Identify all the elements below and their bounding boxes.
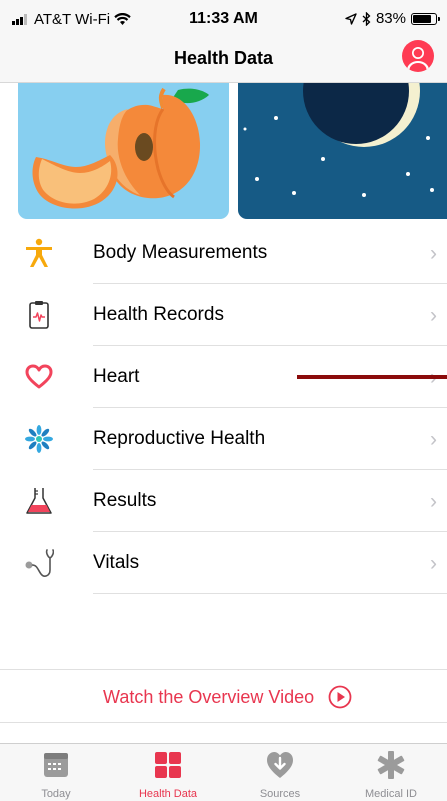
category-label: Vitals (93, 552, 140, 573)
section-divider (0, 669, 447, 670)
flask-icon (26, 488, 52, 514)
category-label: Body Measurements (93, 242, 268, 263)
chevron-right-icon: › (430, 552, 437, 575)
location-arrow-icon (345, 12, 357, 25)
page-title: Health Data (173, 48, 274, 68)
grid-icon (155, 752, 181, 778)
tab-bar: Today Health Data Sources Medical ID (0, 743, 447, 801)
sleep-highlight-card[interactable] (238, 83, 447, 219)
stethoscope-icon (25, 549, 54, 577)
watch-overview-video-link[interactable]: Watch the Overview Video (103, 685, 352, 709)
category-label: Heart (93, 366, 140, 387)
play-circle-icon (328, 685, 352, 709)
chevron-right-icon: › (430, 242, 437, 265)
battery-percent: 83% (375, 10, 406, 27)
peach-illustration (32, 87, 209, 209)
person-icon (407, 47, 429, 70)
profile-avatar-button[interactable] (402, 40, 434, 72)
annotation-line (297, 375, 447, 379)
tab-health-data[interactable]: Health Data (112, 744, 224, 801)
category-row-reproductive-health[interactable]: Reproductive Health › (0, 408, 447, 470)
heart-icon (25, 364, 53, 389)
clipboard-icon (29, 301, 49, 329)
category-row-results[interactable]: Results › (0, 470, 447, 532)
asterisk-icon (377, 751, 405, 779)
snowflake-flower-icon (25, 425, 53, 453)
video-link-label: Watch the Overview Video (103, 686, 315, 707)
tab-label: Sources (259, 788, 301, 800)
heart-download-icon (267, 752, 293, 778)
status-bar: AT&T Wi-Fi 11:33 AM 83% (0, 0, 447, 38)
tab-label: Health Data (138, 788, 198, 800)
category-row-vitals[interactable]: Vitals › (0, 532, 447, 594)
status-right-group: 83% (345, 10, 440, 27)
category-label: Health Records (93, 304, 224, 325)
moon-illustration (243, 83, 434, 197)
tab-label: Medical ID (365, 788, 417, 800)
category-row-health-records[interactable]: Health Records › (0, 284, 447, 346)
battery-icon (411, 12, 440, 25)
tab-today[interactable]: Today (0, 744, 112, 801)
category-label: Reproductive Health (93, 428, 266, 449)
bluetooth-icon (362, 11, 371, 26)
navigation-bar: Health Data (0, 38, 447, 83)
tab-sources[interactable]: Sources (224, 744, 336, 801)
tab-label: Today (41, 788, 71, 800)
row-divider (93, 593, 447, 594)
chevron-right-icon: › (430, 428, 437, 451)
chevron-right-icon: › (430, 490, 437, 513)
section-divider (0, 722, 447, 723)
chevron-right-icon: › (430, 304, 437, 327)
nutrition-highlight-card[interactable] (18, 83, 229, 219)
category-row-body-measurements[interactable]: Body Measurements › (0, 222, 447, 284)
tab-medical-id[interactable]: Medical ID (335, 744, 447, 801)
figure-icon (26, 238, 52, 267)
calendar-icon (44, 753, 68, 777)
category-label: Results (93, 490, 157, 511)
